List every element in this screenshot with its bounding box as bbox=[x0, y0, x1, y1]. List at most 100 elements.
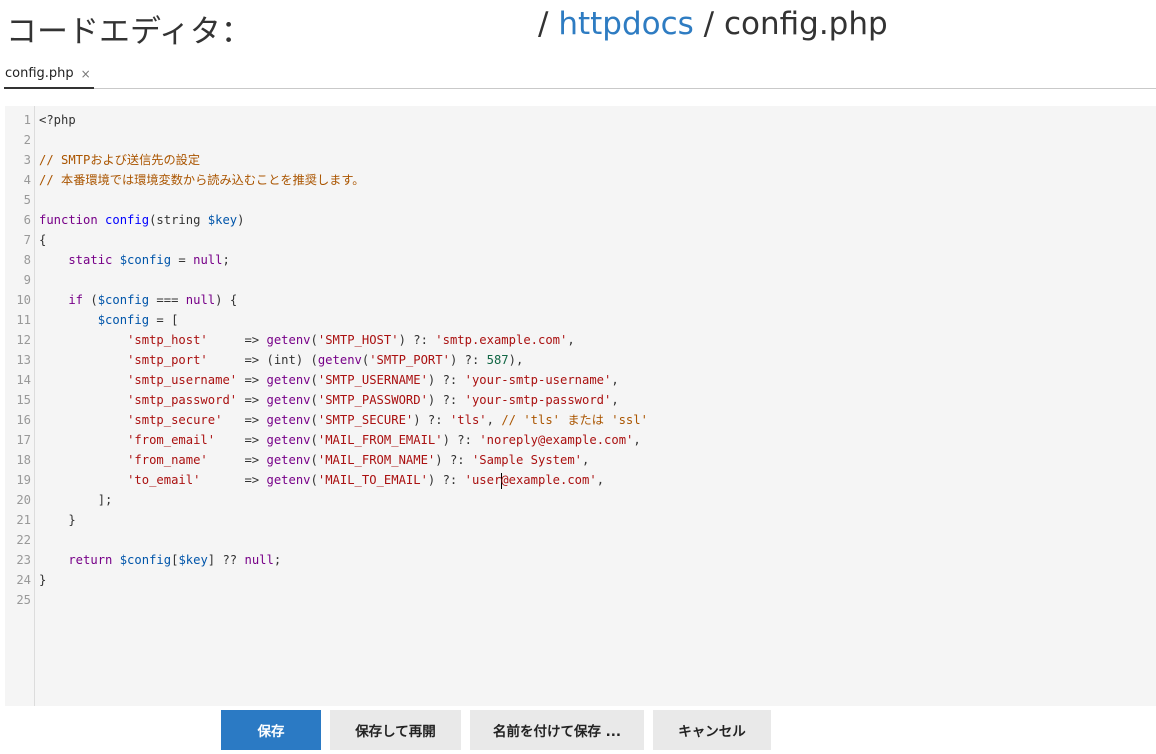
code-line[interactable]: 5 bbox=[24, 190, 1156, 210]
code-line[interactable]: 23 return $config[$key] ?? null; bbox=[16, 550, 1156, 570]
line-number: 9 bbox=[23, 273, 31, 287]
code-line[interactable]: 9 bbox=[24, 270, 1156, 290]
code-token: ) ?: bbox=[435, 453, 472, 467]
code-token: getenv bbox=[266, 453, 311, 467]
code-token: ) ?: bbox=[398, 333, 436, 347]
code-line[interactable]: 1 <?php bbox=[24, 110, 1156, 130]
code-line[interactable]: 24} bbox=[16, 570, 1156, 590]
code-token: ( bbox=[310, 333, 318, 347]
code-token: static bbox=[39, 253, 120, 267]
code-token: , bbox=[486, 413, 502, 427]
code-line[interactable]: 11 $config = [ bbox=[16, 310, 1156, 330]
code-token: , bbox=[596, 473, 605, 487]
code-token: 'tls' bbox=[449, 413, 487, 427]
code-line[interactable]: 21 } bbox=[16, 510, 1156, 530]
title-row: コードエディタ： / httpdocs / config.php bbox=[0, 0, 1156, 56]
breadcrumb: / httpdocs / config.php bbox=[538, 6, 888, 42]
code-token: null bbox=[193, 253, 223, 267]
code-token: = [ bbox=[149, 313, 179, 327]
line-number: 8 bbox=[23, 253, 31, 267]
code-token: => bbox=[237, 393, 267, 407]
code-token: 'smtp_secure' bbox=[127, 413, 223, 427]
code-line[interactable]: 25 bbox=[16, 590, 1156, 610]
line-number: 1 bbox=[23, 113, 31, 127]
code-line[interactable]: 10 if ($config === null) { bbox=[16, 290, 1156, 310]
save-as-button[interactable]: 名前を付けて保存 ... bbox=[470, 710, 644, 750]
save-button[interactable]: 保存 bbox=[221, 710, 321, 750]
line-number: 17 bbox=[16, 433, 31, 447]
line-number: 13 bbox=[16, 353, 31, 367]
code-line[interactable]: 7{ bbox=[24, 230, 1156, 250]
breadcrumb-link-httpdocs[interactable]: httpdocs bbox=[558, 6, 693, 42]
code-token: return bbox=[39, 553, 120, 567]
code-token: => bbox=[237, 373, 267, 387]
code-line[interactable]: 12 'smtp_host' => getenv('SMTP_HOST') ?:… bbox=[16, 330, 1156, 350]
code-line[interactable]: 18 'from_name' => getenv('MAIL_FROM_NAME… bbox=[16, 450, 1156, 470]
code-token: $config bbox=[97, 293, 150, 307]
code-token: $key bbox=[207, 213, 238, 227]
code-token: // SMTPおよび送信先の設定 bbox=[39, 153, 201, 167]
code-token: 'your-smtp-username' bbox=[464, 373, 612, 387]
code-line[interactable]: 16 'smtp_secure' => getenv('SMTP_SECURE'… bbox=[16, 410, 1156, 430]
code-token: => bbox=[207, 453, 267, 467]
code-token: 'user bbox=[464, 473, 502, 487]
code-line[interactable]: 17 'from_email' => getenv('MAIL_FROM_EMA… bbox=[16, 430, 1156, 450]
cancel-button[interactable]: キャンセル bbox=[653, 710, 771, 750]
code-line[interactable]: 19 'to_email' => getenv('MAIL_TO_EMAIL')… bbox=[16, 470, 1156, 490]
code-token: getenv bbox=[266, 433, 311, 447]
code-token: getenv bbox=[266, 393, 311, 407]
code-line[interactable]: 2 bbox=[24, 130, 1156, 150]
breadcrumb-separator: / bbox=[703, 6, 715, 42]
code-area[interactable]: 1 <?php 2 3 // SMTPおよび送信先の設定 4// 本番環境では環境変数から… bbox=[16, 110, 1156, 610]
code-token: ( bbox=[90, 293, 98, 307]
code-token: 'from_email' bbox=[127, 433, 216, 447]
line-number: 3 bbox=[23, 153, 31, 167]
line-number: 10 bbox=[16, 293, 31, 307]
code-line[interactable]: 13 'smtp_port' => (int) (getenv('SMTP_PO… bbox=[16, 350, 1156, 370]
tab-config-php[interactable]: config.php × bbox=[4, 60, 94, 89]
code-token: <?php bbox=[39, 113, 76, 127]
code-token: , bbox=[567, 333, 575, 347]
code-token: => bbox=[222, 413, 267, 427]
code-token: (string bbox=[149, 213, 208, 227]
code-token: 'your-smtp-password' bbox=[464, 393, 612, 407]
code-line[interactable]: 3 // SMTPおよび送信先の設定 bbox=[24, 150, 1156, 170]
code-token: 'SMTP_USERNAME' bbox=[317, 373, 428, 387]
code-token: 587 bbox=[486, 353, 509, 367]
code-editor[interactable]: 1 <?php 2 3 // SMTPおよび送信先の設定 4// 本番環境では環境変数から… bbox=[5, 106, 1156, 706]
code-token: 'from_name' bbox=[127, 453, 208, 467]
code-line[interactable]: 6 function config(string $key) bbox=[24, 210, 1156, 230]
code-token: ; bbox=[222, 253, 230, 267]
code-token: 'MAIL_FROM_NAME' bbox=[317, 453, 436, 467]
tab-label: config.php bbox=[5, 65, 74, 81]
code-token: 'SMTP_HOST' bbox=[317, 333, 399, 347]
line-number: 25 bbox=[16, 593, 31, 607]
code-line[interactable]: 8 static $config = null; bbox=[24, 250, 1156, 270]
code-token: 'smtp_password' bbox=[127, 393, 238, 407]
code-token: => bbox=[207, 333, 267, 347]
code-line[interactable]: 15 'smtp_password' => getenv('SMTP_PASSW… bbox=[16, 390, 1156, 410]
code-line[interactable]: 4 // 本番環境では環境変数から読み込むことを推奨します。 bbox=[24, 170, 1156, 190]
code-line[interactable]: 14 'smtp_username' => getenv('SMTP_USERN… bbox=[16, 370, 1156, 390]
code-token: 'noreply@example.com' bbox=[479, 433, 634, 447]
code-token: ), bbox=[508, 353, 524, 367]
code-line[interactable]: 20 ]; bbox=[16, 490, 1156, 510]
line-number: 11 bbox=[16, 313, 31, 327]
action-buttons: 保存 保存して再開 名前を付けて保存 ... キャンセル bbox=[221, 710, 771, 750]
save-and-reopen-button[interactable]: 保存して再開 bbox=[330, 710, 461, 750]
code-token: ) { bbox=[215, 293, 238, 307]
code-token: ) bbox=[237, 213, 245, 227]
code-line[interactable]: 22 bbox=[16, 530, 1156, 550]
line-number: 5 bbox=[23, 193, 31, 207]
code-token: => bbox=[200, 473, 267, 487]
code-token: config bbox=[105, 213, 150, 227]
code-token: } bbox=[39, 573, 47, 587]
code-token: ( bbox=[310, 453, 318, 467]
code-token: ( bbox=[310, 373, 318, 387]
code-token: $key bbox=[178, 553, 208, 567]
code-token: { bbox=[39, 233, 47, 247]
close-icon[interactable]: × bbox=[81, 60, 91, 88]
